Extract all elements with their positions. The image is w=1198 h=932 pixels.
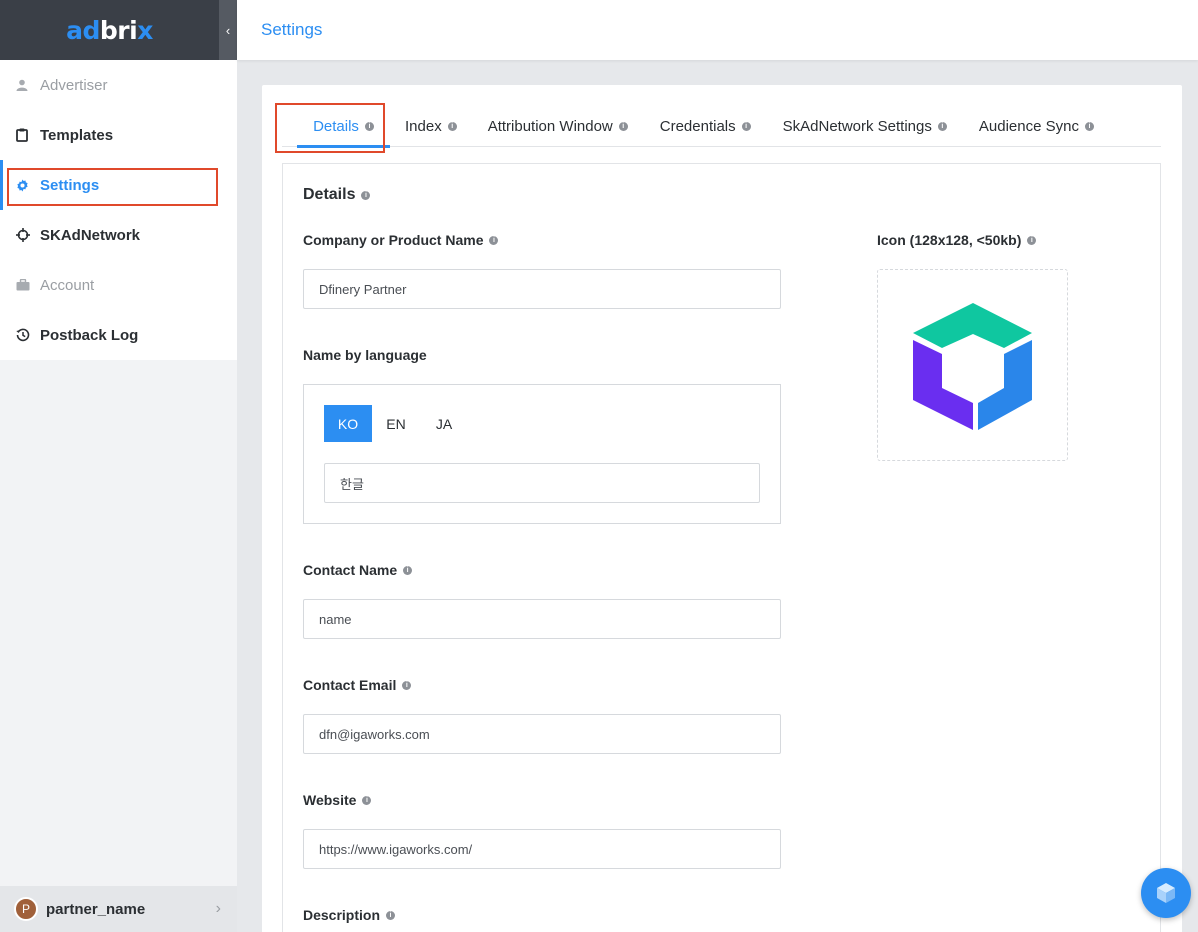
info-icon: i [362,795,372,805]
language-name-input[interactable]: 한글 [324,463,760,503]
label-text: Company or Product Name [303,232,484,248]
label-text: Contact Name [303,562,398,578]
company-name-input[interactable]: Dfinery Partner [303,269,781,309]
sidebar-item-label: Advertiser [40,76,108,94]
briefcase-icon [16,279,40,291]
sidebar-item-label: Account [40,276,95,294]
input-value: Dfinery Partner [319,281,407,297]
chevron-left-icon: ‹ [225,22,231,38]
info-icon: i [402,680,412,690]
sidebar: adbrix ‹ Advertiser Templates Settings S… [0,0,237,932]
tab-label: Attribution Window [487,117,613,135]
details-panel: Details i Company or Product Name i Dfiner… [282,163,1161,932]
name-by-language-box: KO EN JA 한글 [303,384,781,524]
app-icon-upload[interactable] [877,269,1068,461]
settings-card: Details i Index i Attribution Window i Cred… [262,85,1182,932]
user-name: partner_name [46,900,146,918]
page-header: Settings [237,0,1198,60]
language-tabs: KO EN JA [324,405,468,442]
input-value: dfn@igaworks.com [319,726,430,742]
label-text: Website [303,792,357,808]
label-text: Name by language [303,347,427,363]
tab-audience-sync[interactable]: Audience Sync i [979,105,1094,147]
user-icon [16,79,40,91]
user-menu[interactable]: P partner_name › [0,886,237,932]
website-label: Website i [303,792,372,808]
tab-attribution-window[interactable]: Attribution Window i [488,105,628,147]
avatar: P [14,897,38,921]
tab-label: Index [405,117,442,135]
label-text: Icon (128x128, <50kb) [877,232,1022,248]
sidebar-item-account[interactable]: Account [0,260,237,310]
info-icon: i [741,121,751,131]
crosshair-icon [16,228,40,242]
details-section-title: Details i [303,186,371,204]
cube-icon [1157,883,1175,903]
tab-label: SkAdNetwork Settings [782,117,932,135]
input-value: https://www.igaworks.com/ [319,841,473,857]
info-icon: i [403,565,413,575]
tab-skadnetwork-settings[interactable]: SkAdNetwork Settings i [783,105,947,147]
info-icon: i [447,121,457,131]
history-icon [16,328,40,342]
info-icon: i [1027,235,1037,245]
help-floating-button[interactable] [1141,868,1191,918]
contact-email-label: Contact Email i [303,677,412,693]
sidebar-item-advertiser[interactable]: Advertiser [0,60,237,110]
info-icon: i [361,190,371,200]
clipboard-icon [16,128,40,142]
sidebar-item-templates[interactable]: Templates [0,110,237,160]
tab-credentials[interactable]: Credentials i [660,105,751,147]
tab-label: Credentials [659,117,736,135]
sidebar-item-skadnetwork[interactable]: SKAdNetwork [0,210,237,260]
sidebar-item-label: Templates [40,126,114,144]
sidebar-item-label: Postback Log [40,326,139,344]
website-input[interactable]: https://www.igaworks.com/ [303,829,781,869]
logo-part-ad: ad [66,15,100,45]
name-by-language-label: Name by language [303,347,427,363]
input-value: 한글 [340,476,364,492]
details-tab-highlight-box [275,103,385,153]
logo-part-x: x [137,15,153,45]
info-icon: i [618,121,628,131]
label-text: Contact Email [303,677,397,693]
sidebar-menu: Advertiser Templates Settings SKAdNetwor… [0,60,237,360]
sidebar-item-label: SKAdNetwork [40,226,141,244]
tab-index[interactable]: Index i [405,105,457,147]
section-title-text: Details [303,186,356,203]
info-icon: i [386,910,396,920]
info-icon: i [937,121,947,131]
settings-highlight-box [7,168,218,206]
label-text: Description [303,907,381,923]
info-icon: i [489,235,499,245]
settings-tabs: Details i Index i Attribution Window i Cred… [282,105,1161,148]
contact-name-input[interactable]: name [303,599,781,639]
tab-label: Audience Sync [978,117,1079,135]
adbrix-logo[interactable]: adbrix [66,16,153,45]
chevron-right-icon: › [215,900,221,917]
sidebar-collapse-button[interactable]: ‹ [219,0,237,60]
icon-label: Icon (128x128, <50kb) i [877,232,1037,248]
cube-logo-icon [912,303,1032,430]
description-label: Description i [303,907,396,923]
info-icon: i [1084,121,1094,131]
logo-part-bri: bri [99,15,138,45]
page-title: Settings [261,20,323,39]
language-tab-en[interactable]: EN [372,405,420,442]
company-name-label: Company or Product Name i [303,232,499,248]
language-tab-ko[interactable]: KO [324,405,372,442]
contact-name-label: Contact Name i [303,562,413,578]
input-placeholder: name [319,611,352,627]
language-tab-ja[interactable]: JA [420,405,468,442]
brand-header: adbrix ‹ [0,0,237,60]
sidebar-item-postback-log[interactable]: Postback Log [0,310,237,360]
contact-email-input[interactable]: dfn@igaworks.com [303,714,781,754]
